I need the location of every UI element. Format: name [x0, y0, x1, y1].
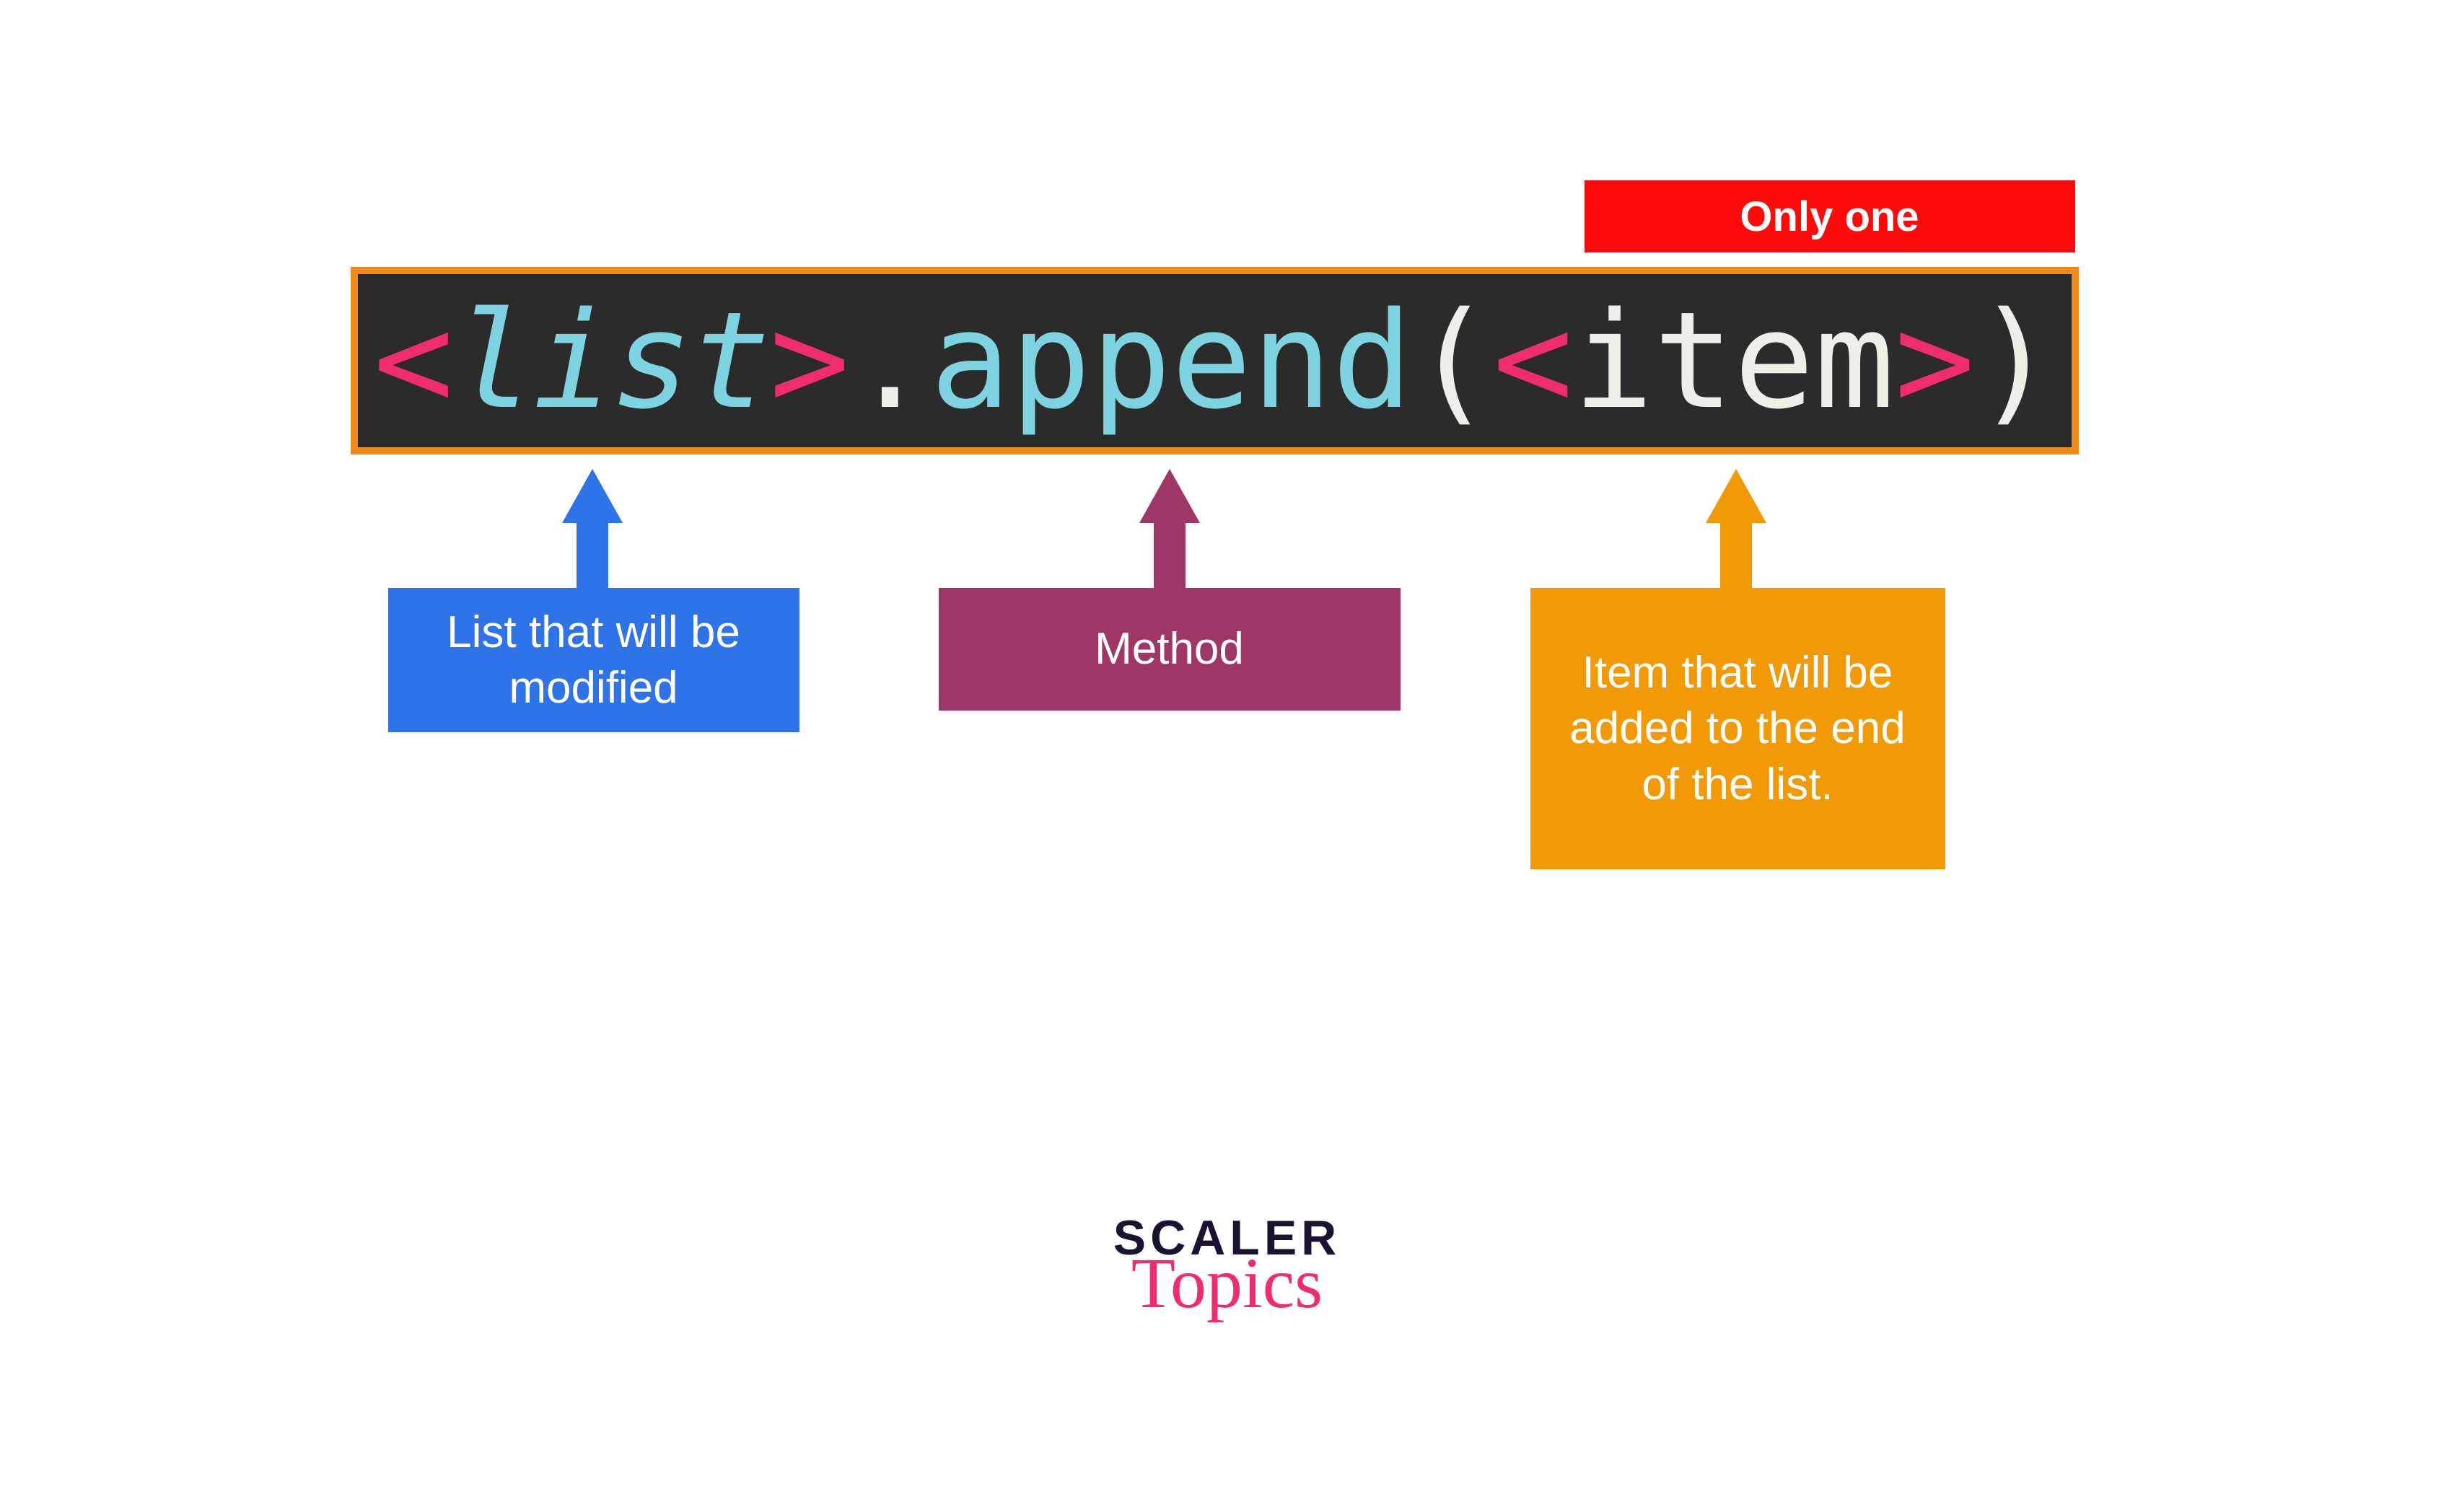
dot-operator: . — [850, 294, 930, 428]
label-item-text: Item that will be added to the end of th… — [1556, 645, 1919, 813]
angle-open-1: < — [373, 294, 453, 428]
angle-close-2: > — [1895, 294, 1975, 428]
only-one-badge: Only one — [1585, 180, 2075, 252]
label-method-text: Method — [1095, 621, 1244, 677]
code-bar: <list>.append(<item>) — [351, 267, 2079, 454]
label-item-box: Item that will be added to the end of th… — [1530, 588, 1945, 869]
angle-close-1: > — [769, 294, 849, 428]
paren-open: ( — [1412, 294, 1492, 428]
label-list-text: List that will be modified — [414, 605, 774, 716]
method-name: append — [930, 294, 1412, 428]
logo-line2: Topics — [1113, 1241, 1341, 1324]
label-list-box: List that will be modified — [388, 588, 799, 732]
diagram-canvas: Only one <list>.append(<item>) List that… — [145, 0, 2310, 1512]
list-identifier: list — [454, 294, 770, 428]
label-method-box: Method — [939, 588, 1401, 711]
item-identifier: item — [1573, 294, 1895, 428]
only-one-text: Only one — [1740, 193, 1919, 241]
brand-logo: SCALER Topics — [1113, 1210, 1341, 1324]
angle-open-2: < — [1493, 294, 1573, 428]
paren-close: ) — [1975, 294, 2055, 428]
